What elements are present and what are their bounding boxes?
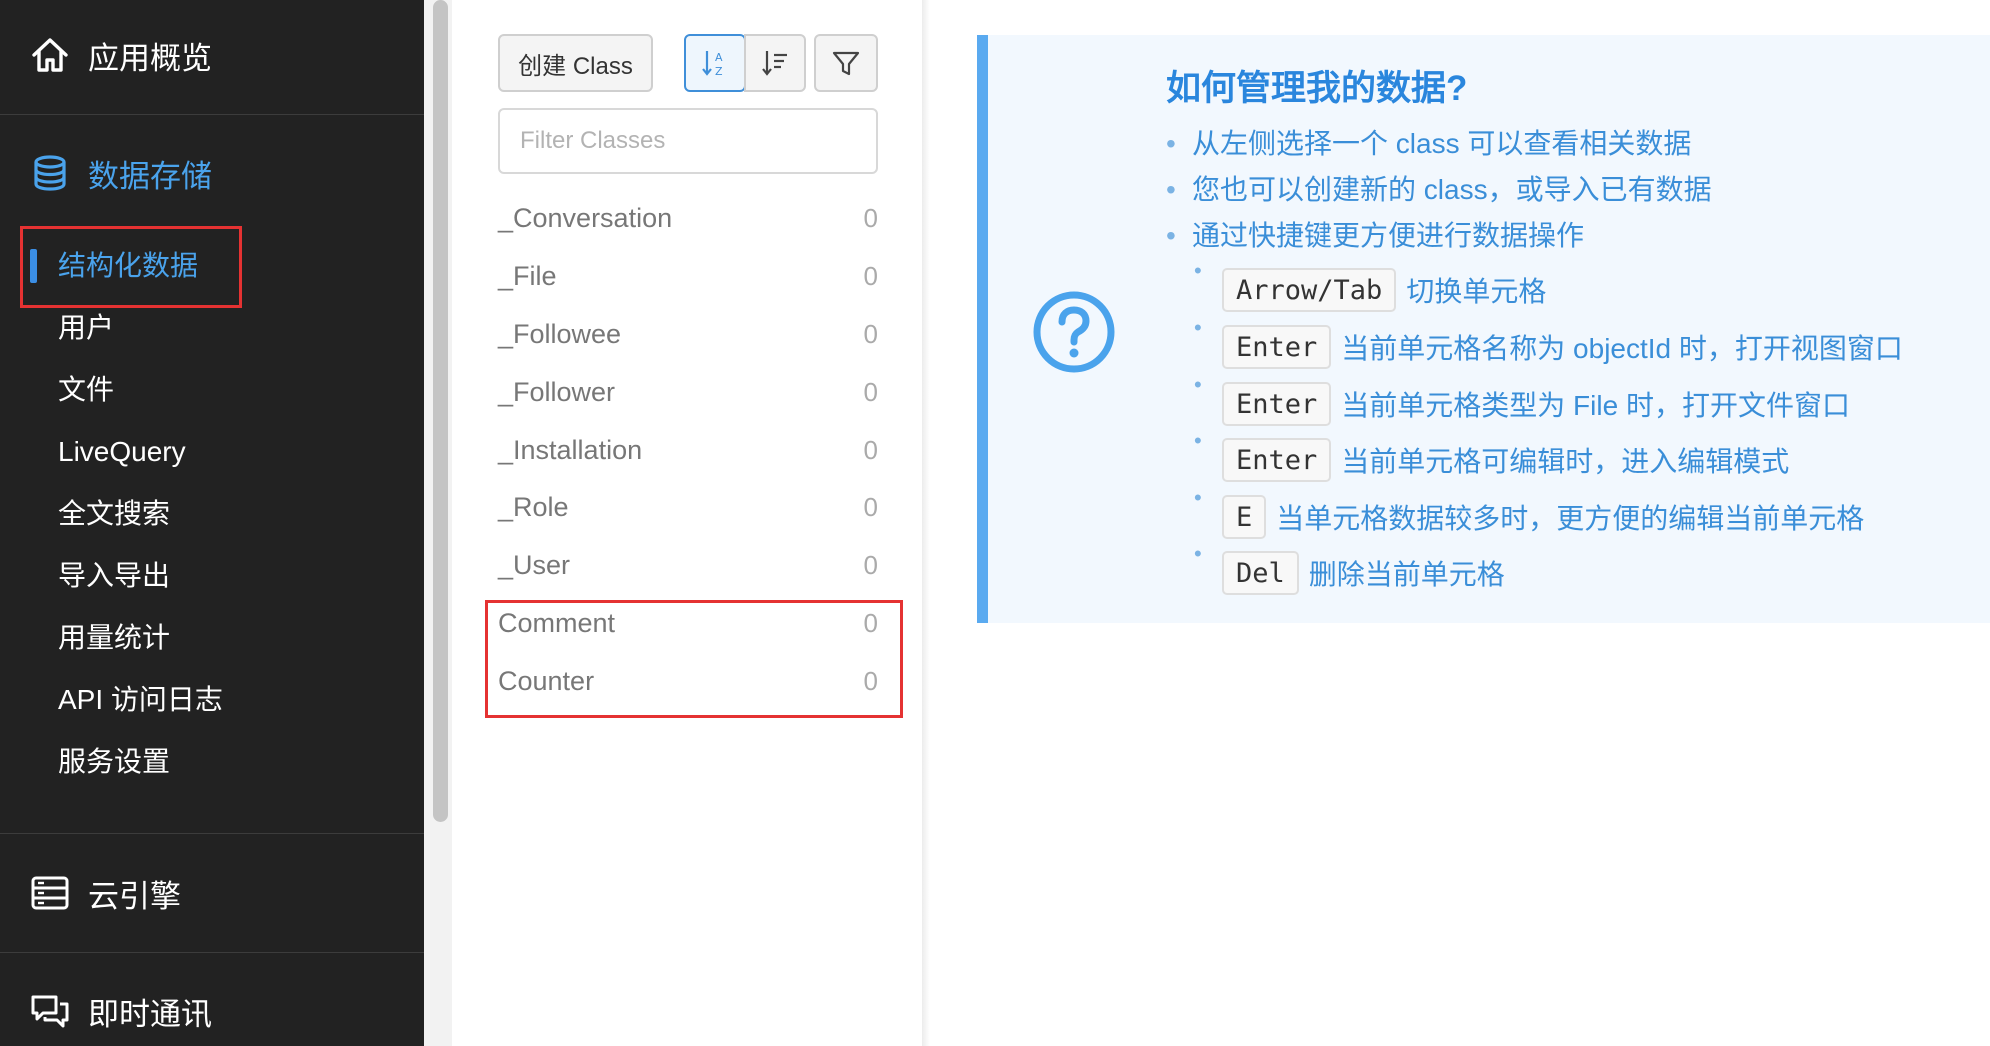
class-row-conversation[interactable]: _Conversation 0 (498, 193, 878, 243)
class-count: 0 (863, 549, 878, 580)
nav-cloud-engine[interactable]: 云引擎 (0, 863, 424, 923)
nav-app-overview[interactable]: 应用概览 (0, 25, 424, 85)
class-name: _Follower (498, 376, 616, 407)
sort-list-icon (762, 51, 787, 76)
shortcut-key: Enter (1222, 325, 1332, 369)
class-row-file[interactable]: _File 0 (498, 251, 878, 301)
shortcut-desc: 当前单元格可编辑时，进入编辑模式 (1341, 446, 1790, 477)
shortcut-item: • Del 删除当前单元格 (1194, 541, 1505, 597)
nav-item-api-logs[interactable]: API 访问日志 (58, 675, 223, 725)
scrollbar-thumb[interactable] (433, 0, 448, 822)
shortcut-desc: 当前单元格名称为 objectId 时，打开视图窗口 (1341, 333, 1903, 364)
sidebar-divider (0, 952, 424, 953)
help-tip-text: 从左侧选择一个 class 可以查看相关数据 (1192, 128, 1692, 159)
nav-item-service-settings[interactable]: 服务设置 (58, 737, 170, 787)
shortcut-item: • Enter 当前单元格类型为 File 时，打开文件窗口 (1194, 372, 1850, 428)
class-count: 0 (863, 202, 878, 233)
help-tip: • 您也可以创建新的 class，或导入已有数据 (1166, 174, 1712, 205)
class-name: Counter (498, 665, 595, 696)
shortcut-key: Enter (1222, 382, 1332, 426)
class-name: _File (498, 260, 557, 291)
nav-data-storage[interactable]: 数据存储 (0, 143, 424, 203)
shortcut-key: Arrow/Tab (1222, 268, 1397, 312)
help-title: 如何管理我的数据? (1166, 69, 1468, 108)
create-class-button[interactable]: 创建 Class (498, 34, 653, 92)
class-count: 0 (863, 318, 878, 349)
help-tip: • 从左侧选择一个 class 可以查看相关数据 (1166, 128, 1692, 159)
shortcut-item: • Arrow/Tab 切换单元格 (1194, 258, 1547, 314)
database-icon (34, 155, 66, 191)
help-tip-text: 通过快捷键更方便进行数据操作 (1192, 220, 1585, 251)
nav-item-files[interactable]: 文件 (58, 365, 114, 415)
class-count: 0 (863, 376, 878, 407)
class-row-user[interactable]: _User 0 (498, 540, 878, 590)
shortcut-desc: 当前单元格类型为 File 时，打开文件窗口 (1341, 390, 1850, 421)
nav-item-fulltext-search[interactable]: 全文搜索 (58, 489, 170, 539)
help-tip: • 通过快捷键更方便进行数据操作 (1166, 220, 1585, 251)
svg-text:A: A (715, 51, 723, 64)
shortcut-item: • E 当单元格数据较多时，更方便的编辑当前单元格 (1194, 485, 1865, 541)
active-indicator (30, 249, 37, 283)
nav-app-overview-label: 应用概览 (88, 40, 212, 76)
class-name: _Followee (498, 318, 622, 349)
shortcut-key: Del (1222, 551, 1299, 595)
shortcut-desc: 切换单元格 (1406, 276, 1547, 307)
chat-icon (31, 995, 69, 1028)
sidebar: 应用概览 数据存储 结构化数据 用户 文件 LiveQuery 全文搜索 导入导… (0, 0, 424, 1046)
nav-instant-messaging-label: 即时通讯 (88, 996, 212, 1032)
question-circle-icon (1033, 291, 1115, 373)
nav-item-livequery[interactable]: LiveQuery (58, 427, 186, 477)
class-name: _Role (498, 491, 569, 522)
class-row-counter[interactable]: Counter 0 (498, 656, 878, 706)
nav-item-users[interactable]: 用户 (58, 303, 114, 353)
class-name: _User (498, 549, 571, 580)
nav-item-import-export[interactable]: 导入导出 (58, 551, 170, 601)
class-row-installation[interactable]: _Installation 0 (498, 425, 878, 475)
shortcut-key: E (1222, 495, 1267, 539)
class-count: 0 (863, 491, 878, 522)
sidebar-divider (0, 833, 424, 834)
sort-alpha-icon: A Z (702, 51, 723, 78)
shortcut-item: • Enter 当前单元格名称为 objectId 时，打开视图窗口 (1194, 315, 1903, 371)
filter-icon (832, 51, 860, 76)
class-name: _Installation (498, 434, 643, 465)
class-name: _Conversation (498, 202, 673, 233)
panel-divider (922, 0, 930, 1046)
nav-item-structured-data[interactable]: 结构化数据 (58, 241, 198, 291)
nav-item-usage-stats[interactable]: 用量统计 (58, 613, 170, 663)
class-count: 0 (863, 434, 878, 465)
help-tip-text: 您也可以创建新的 class，或导入已有数据 (1192, 174, 1712, 205)
class-row-follower[interactable]: _Follower 0 (498, 367, 878, 417)
class-count: 0 (863, 607, 878, 638)
sort-list-button[interactable] (744, 34, 806, 92)
nav-instant-messaging[interactable]: 即时通讯 (0, 981, 424, 1041)
class-name: Comment (498, 607, 616, 638)
svg-text:Z: Z (715, 65, 723, 78)
shortcut-key: Enter (1222, 438, 1332, 482)
server-icon (31, 876, 69, 910)
shortcut-item: • Enter 当前单元格可编辑时，进入编辑模式 (1194, 428, 1790, 484)
filter-button[interactable] (814, 34, 878, 92)
sort-alpha-button[interactable]: A Z (684, 34, 746, 92)
class-row-comment[interactable]: Comment 0 (498, 598, 878, 648)
home-icon (32, 38, 68, 72)
class-count: 0 (863, 260, 878, 291)
sidebar-divider (0, 114, 424, 115)
nav-data-storage-label: 数据存储 (88, 158, 212, 194)
filter-classes-input[interactable] (498, 108, 878, 174)
class-count: 0 (863, 665, 878, 696)
shortcut-desc: 删除当前单元格 (1308, 559, 1505, 590)
class-row-role[interactable]: _Role 0 (498, 482, 878, 532)
class-row-followee[interactable]: _Followee 0 (498, 309, 878, 359)
shortcut-desc: 当单元格数据较多时，更方便的编辑当前单元格 (1276, 503, 1865, 534)
nav-cloud-engine-label: 云引擎 (88, 878, 181, 914)
